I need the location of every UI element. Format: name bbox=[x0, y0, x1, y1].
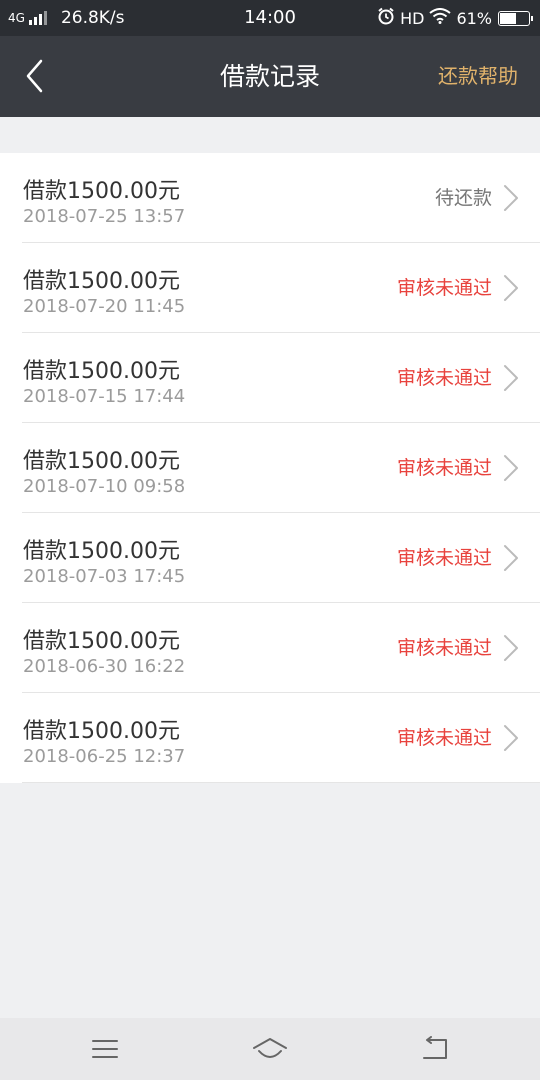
chevron-right-icon bbox=[504, 275, 518, 301]
loan-record-row[interactable]: 借款1500.00元 2018-07-03 17:45 审核未通过 bbox=[0, 513, 540, 603]
record-amount: 借款1500.00元 bbox=[23, 269, 180, 294]
home-icon bbox=[253, 1038, 287, 1058]
status-bar: 4G 26.8K/s 14:00 HD 61% bbox=[0, 0, 540, 36]
system-nav-bar bbox=[0, 1018, 540, 1080]
return-icon bbox=[423, 1036, 447, 1059]
chevron-right-icon bbox=[504, 725, 518, 751]
record-status: 审核未通过 bbox=[396, 637, 492, 659]
chevron-right-icon bbox=[504, 455, 518, 481]
loan-record-row[interactable]: 借款1500.00元 2018-07-25 13:57 待还款 bbox=[0, 153, 540, 243]
record-amount: 借款1500.00元 bbox=[23, 629, 180, 654]
record-amount: 借款1500.00元 bbox=[23, 539, 180, 564]
record-amount: 借款1500.00元 bbox=[23, 359, 180, 384]
record-status: 待还款 bbox=[434, 187, 492, 209]
wifi-icon bbox=[429, 8, 452, 28]
loan-record-row[interactable]: 借款1500.00元 2018-07-20 11:45 审核未通过 bbox=[0, 243, 540, 333]
record-status: 审核未通过 bbox=[396, 547, 492, 569]
loan-record-row[interactable]: 借款1500.00元 2018-06-25 12:37 审核未通过 bbox=[0, 693, 540, 783]
chevron-right-icon bbox=[504, 545, 518, 571]
record-amount: 借款1500.00元 bbox=[23, 719, 180, 744]
menu-button[interactable] bbox=[85, 1034, 125, 1064]
record-amount: 借款1500.00元 bbox=[23, 179, 180, 204]
menu-icon bbox=[92, 1040, 118, 1058]
status-right: HD 61% bbox=[372, 0, 533, 36]
record-status: 审核未通过 bbox=[396, 277, 492, 299]
hd-label: HD bbox=[400, 8, 425, 28]
back-button[interactable] bbox=[14, 54, 54, 98]
chevron-right-icon bbox=[504, 365, 518, 391]
chevron-left-icon bbox=[26, 59, 43, 93]
record-time: 2018-07-20 11:45 bbox=[23, 296, 186, 317]
repayment-help-link[interactable]: 还款帮助 bbox=[438, 36, 518, 117]
loan-record-row[interactable]: 借款1500.00元 2018-07-10 09:58 审核未通过 bbox=[0, 423, 540, 513]
record-time: 2018-07-10 09:58 bbox=[23, 476, 186, 497]
battery-percent: 61% bbox=[456, 8, 492, 28]
record-status: 审核未通过 bbox=[396, 367, 492, 389]
record-time: 2018-06-30 16:22 bbox=[23, 656, 186, 677]
loan-record-row[interactable]: 借款1500.00元 2018-07-15 17:44 审核未通过 bbox=[0, 333, 540, 423]
loan-record-row[interactable]: 借款1500.00元 2018-06-30 16:22 审核未通过 bbox=[0, 603, 540, 693]
nav-bar: 借款记录 还款帮助 bbox=[0, 36, 540, 117]
home-button[interactable] bbox=[250, 1034, 290, 1064]
chevron-right-icon bbox=[504, 185, 518, 211]
record-time: 2018-06-25 12:37 bbox=[23, 746, 186, 767]
chevron-right-icon bbox=[504, 635, 518, 661]
record-time: 2018-07-03 17:45 bbox=[23, 566, 186, 587]
battery-icon bbox=[498, 10, 533, 26]
loan-record-list: 借款1500.00元 2018-07-25 13:57 待还款 借款1500.0… bbox=[0, 153, 540, 783]
record-time: 2018-07-15 17:44 bbox=[23, 386, 186, 407]
record-status: 审核未通过 bbox=[396, 457, 492, 479]
record-time: 2018-07-25 13:57 bbox=[23, 206, 186, 227]
record-status: 审核未通过 bbox=[396, 727, 492, 749]
return-button[interactable] bbox=[415, 1034, 455, 1064]
alarm-icon bbox=[377, 7, 395, 29]
record-amount: 借款1500.00元 bbox=[23, 449, 180, 474]
